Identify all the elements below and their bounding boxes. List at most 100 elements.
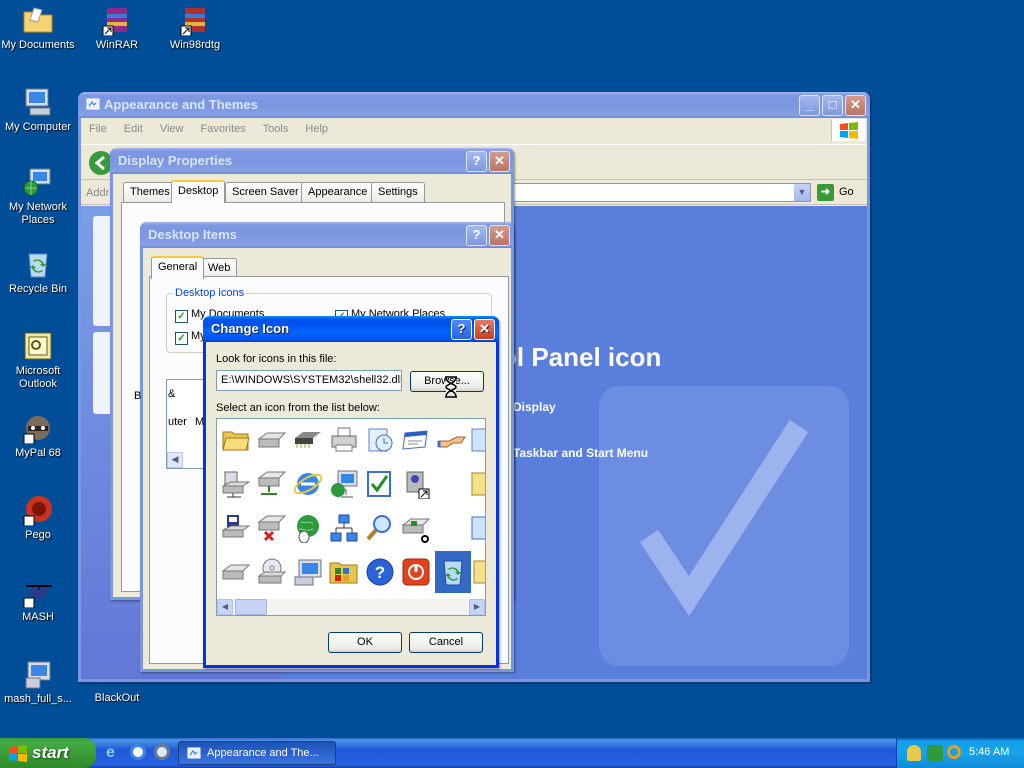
tab-themes[interactable]: Themes	[123, 182, 177, 202]
list-scroll-left-button[interactable]: ◀	[167, 452, 183, 468]
help-icon[interactable]: ?	[363, 555, 397, 589]
network-drive-icon[interactable]	[219, 467, 253, 501]
display-link[interactable]: Display	[513, 400, 556, 414]
help-button[interactable]: ?	[466, 151, 487, 172]
menu-view[interactable]: View	[160, 123, 184, 135]
close-button[interactable]: ✕	[489, 225, 510, 246]
network-globe-icon[interactable]	[327, 467, 361, 501]
go-button[interactable]: ➜ Go	[817, 183, 861, 202]
maximize-button[interactable]: □	[822, 95, 843, 116]
speaker-icon[interactable]	[399, 467, 433, 501]
tab-appearance[interactable]: Appearance	[301, 182, 375, 202]
partial-icon[interactable]	[469, 423, 485, 457]
printer-icon[interactable]	[327, 423, 361, 457]
hard-disk-network-icon[interactable]	[255, 467, 289, 501]
installer-icon	[25, 661, 51, 689]
start-button[interactable]: start	[0, 738, 96, 768]
partial-icon[interactable]	[469, 467, 485, 501]
cancel-button[interactable]: Cancel	[409, 632, 483, 653]
ok-button[interactable]: OK	[328, 632, 402, 653]
tab-desktop[interactable]: Desktop	[171, 180, 226, 203]
display-properties-titlebar[interactable]: Display Properties ? ✕	[110, 148, 514, 174]
shared-hand-icon[interactable]	[435, 423, 469, 457]
drive-script-icon[interactable]	[399, 511, 433, 545]
network-tray-icon[interactable]	[927, 745, 943, 761]
removable-drive-icon[interactable]	[219, 555, 253, 589]
recycle-bin-full-icon-selected[interactable]	[435, 551, 471, 593]
svg-text:?: ?	[375, 563, 385, 582]
desktop-icon-winrar[interactable]: WinRAR	[77, 4, 157, 52]
task-button-appearance-themes[interactable]: Appearance and The...	[178, 741, 336, 765]
network-icon	[23, 168, 51, 196]
menu-tools[interactable]: Tools	[263, 123, 289, 135]
security-shield-icon[interactable]	[907, 745, 921, 761]
close-button[interactable]: ✕	[489, 151, 510, 172]
address-dropdown-button[interactable]: ▼	[794, 184, 810, 201]
change-icon-titlebar[interactable]: Change Icon ? ✕	[203, 316, 499, 342]
scroll-left-button[interactable]: ◀	[217, 599, 233, 615]
menu-favorites[interactable]: Favorites	[201, 123, 246, 135]
go-arrow-icon: ➜	[817, 184, 834, 201]
save-to-disk-icon[interactable]	[219, 511, 253, 545]
taskbar: start e Appearance and The... 5:46 AM	[0, 738, 1024, 768]
tab-settings[interactable]: Settings	[371, 182, 425, 202]
outlook-icon	[24, 332, 52, 360]
desktop-icon-recycle-bin[interactable]: Recycle Bin	[0, 248, 78, 296]
browser-quick-launch-icon[interactable]	[130, 744, 146, 760]
search-tray-icon[interactable]	[947, 745, 961, 759]
icon-list[interactable]: ? ◀ ▶	[216, 418, 486, 616]
partial-icon[interactable]	[471, 555, 485, 589]
desktop-icon-my-computer[interactable]: My Computer	[0, 86, 78, 134]
magnifier-icon[interactable]	[363, 511, 397, 545]
desktop-icon-pego[interactable]: Pego	[0, 494, 78, 542]
tab-screen-saver[interactable]: Screen Saver	[225, 182, 306, 202]
window-list-icon[interactable]	[399, 423, 433, 457]
scroll-thumb[interactable]	[235, 599, 267, 615]
taskbar-start-menu-link[interactable]: Taskbar and Start Menu	[513, 446, 648, 460]
ie-quick-launch-icon[interactable]: e	[106, 744, 124, 762]
scheduled-tasks-icon[interactable]	[363, 423, 397, 457]
folder-open-icon[interactable]	[219, 423, 253, 457]
globe-mouse-icon[interactable]	[291, 511, 325, 545]
folder-icon	[23, 7, 53, 33]
desktop-items-titlebar[interactable]: Desktop Items ? ✕	[140, 222, 514, 248]
disconnected-drive-icon[interactable]	[255, 511, 289, 545]
address-input[interactable]: ▼	[511, 183, 811, 202]
desktop-icon-win98rdtg[interactable]: Win98rdtg	[155, 4, 235, 52]
memory-chip-icon[interactable]	[291, 423, 325, 457]
check-list-icon[interactable]	[363, 467, 397, 501]
desktop-icon-microsoft-outlook[interactable]: Microsoft Outlook	[0, 330, 78, 391]
close-button[interactable]: ✕	[474, 319, 495, 340]
internet-explorer-icon[interactable]	[291, 467, 325, 501]
control-panel-folder-icon[interactable]	[327, 555, 361, 589]
network-tree-icon[interactable]	[327, 511, 361, 545]
list-fragment-label: B	[134, 390, 142, 402]
minimize-button[interactable]: _	[799, 95, 820, 116]
monitor-icon[interactable]	[291, 555, 325, 589]
menu-edit[interactable]: Edit	[124, 123, 143, 135]
tab-web[interactable]: Web	[201, 258, 238, 278]
close-button[interactable]: ✕	[845, 95, 866, 116]
desktop-icon-mash-full-s[interactable]: mash_full_s...	[0, 658, 78, 706]
control-panel-icon	[86, 98, 100, 110]
shut-down-icon[interactable]	[399, 555, 433, 589]
scroll-right-button[interactable]: ▶	[469, 599, 485, 615]
tab-general[interactable]: General	[151, 256, 205, 279]
cd-drive-icon[interactable]	[255, 555, 289, 589]
help-button[interactable]: ?	[466, 225, 487, 246]
menu-file[interactable]: File	[89, 123, 107, 135]
desktop-icon-mash[interactable]: MASH	[0, 576, 78, 624]
icon-file-input[interactable]: E:\WINDOWS\SYSTEM32\shell32.dll	[216, 370, 402, 391]
desktop-icon-my-documents[interactable]: My Documents	[0, 4, 78, 52]
menu-help[interactable]: Help	[305, 123, 328, 135]
checkbox-my-computer[interactable]: ✓ My	[175, 330, 206, 345]
help-button[interactable]: ?	[451, 319, 472, 340]
media-quick-launch-icon[interactable]	[154, 744, 170, 760]
desktop-icon-mypal-68[interactable]: MyPal 68	[0, 412, 78, 460]
desktop-icon-my-network-places[interactable]: My Network Places	[0, 166, 78, 227]
floppy-drive-icon[interactable]	[255, 423, 289, 457]
system-tray: 5:46 AM	[896, 738, 1024, 768]
icon-list-scrollbar[interactable]: ◀ ▶	[217, 599, 485, 615]
partial-icon[interactable]	[469, 511, 485, 545]
appearance-themes-titlebar[interactable]: Appearance and Themes _ □ ✕	[78, 92, 870, 118]
